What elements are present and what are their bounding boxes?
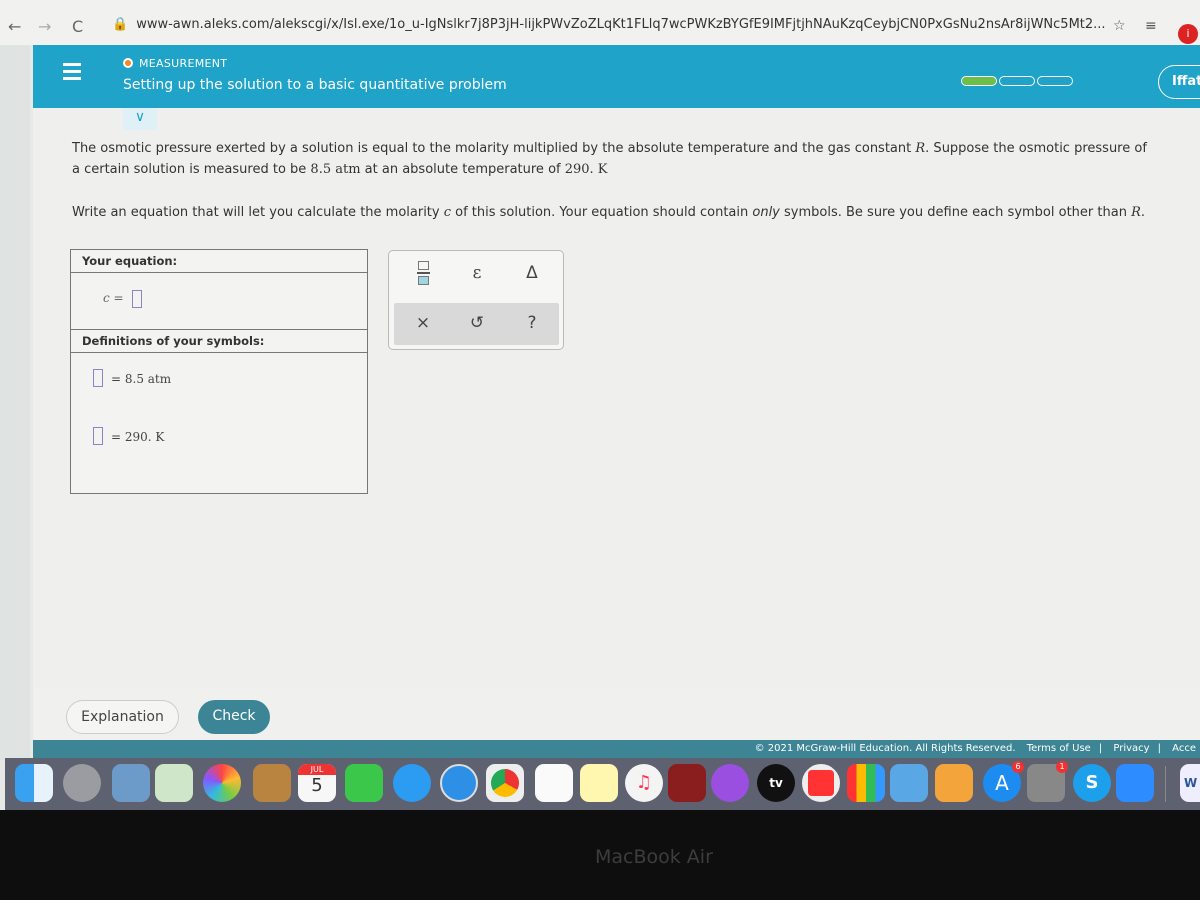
answer-box: Your equation: c = Definitions of your s… — [70, 249, 368, 494]
aleks-header: MEASUREMENT Setting up the solution to a… — [33, 45, 1200, 108]
footer: © 2021 McGraw-Hill Education. All Rights… — [33, 740, 1200, 760]
dock-divider — [1165, 766, 1166, 802]
delta-button[interactable]: Δ — [512, 263, 552, 283]
finder-icon[interactable] — [15, 764, 53, 802]
progress-segment — [999, 76, 1035, 86]
problem-paragraph-1: The osmotic pressure exerted by a soluti… — [72, 141, 1147, 177]
photo-booth-icon[interactable] — [668, 764, 706, 802]
word-icon[interactable]: W — [1180, 764, 1200, 802]
problem-paragraph-2: Write an equation that will let you calc… — [72, 205, 1146, 220]
facetime-icon[interactable] — [345, 764, 383, 802]
reading-list-icon[interactable]: ≡ — [1145, 18, 1157, 34]
safari-icon[interactable] — [440, 764, 478, 802]
equation-label: Your equation: — [71, 250, 367, 273]
device-label: MacBook Air — [595, 846, 713, 868]
bookmark-star-icon[interactable]: ☆ — [1113, 18, 1126, 34]
maps-icon[interactable] — [155, 764, 193, 802]
preview-icon[interactable] — [112, 764, 150, 802]
skype-icon[interactable]: S — [1073, 764, 1111, 802]
app-store-badge: 6 — [1012, 761, 1024, 773]
collapse-chevron-icon[interactable]: ∨ — [123, 108, 157, 130]
news-icon[interactable] — [802, 764, 840, 802]
address-bar[interactable]: 🔒 www-awn.aleks.com/alekscgi/x/Isl.exe/1o… — [112, 12, 1152, 38]
system-preferences-icon[interactable]: 1 — [1027, 761, 1068, 802]
notes-icon[interactable] — [580, 764, 618, 802]
fraction-button[interactable] — [403, 261, 443, 285]
problem-area: ∨ The osmotic pressure exerted by a solu… — [33, 108, 1200, 688]
check-button[interactable]: Check — [198, 700, 270, 734]
contacts-icon[interactable] — [253, 764, 291, 802]
help-button[interactable]: ? — [512, 313, 552, 333]
profile-avatar[interactable]: i — [1178, 24, 1198, 44]
action-bar: Explanation Check — [33, 688, 1200, 740]
numbers-icon[interactable] — [847, 764, 885, 802]
keynote-icon[interactable] — [890, 764, 928, 802]
epsilon-button[interactable]: ε — [457, 263, 497, 283]
browser-toolbar: ← → C 🔒 www-awn.aleks.com/alekscgi/x/Isl.… — [0, 0, 1200, 45]
topic-status-icon — [123, 58, 133, 68]
system-preferences-badge: 1 — [1056, 761, 1068, 773]
progress-segment — [1037, 76, 1073, 86]
back-icon[interactable]: ← — [8, 17, 21, 36]
equation-row: c = — [71, 273, 367, 330]
explanation-button[interactable]: Explanation — [66, 700, 179, 734]
page-title: Setting up the solution to a basic quant… — [123, 77, 507, 93]
definitions-label: Definitions of your symbols: — [71, 330, 367, 353]
podcasts-icon[interactable] — [711, 764, 749, 802]
pages-icon[interactable] — [935, 764, 973, 802]
laptop-bezel: MacBook Air — [0, 810, 1200, 900]
definition-2: = 290. K — [111, 430, 165, 444]
music-icon[interactable]: ♫ — [625, 764, 663, 802]
reminders-icon[interactable] — [535, 764, 573, 802]
app-store-icon[interactable]: A6 — [983, 761, 1024, 802]
equation-lhs: c = — [103, 291, 124, 305]
macos-dock: JUL 5 ♫ tv A6 1 S W — [5, 758, 1200, 810]
user-menu-button[interactable]: Iffat — [1158, 65, 1200, 99]
topic-text: MEASUREMENT — [139, 57, 228, 70]
symbol-input-2[interactable] — [93, 427, 103, 445]
symbol-input-1[interactable] — [93, 369, 103, 387]
progress-bar — [961, 76, 1073, 86]
menu-icon[interactable] — [63, 63, 81, 84]
launchpad-icon[interactable] — [63, 764, 101, 802]
definition-1: = 8.5 atm — [111, 372, 172, 386]
terms-link[interactable]: Terms of Use — [1027, 743, 1091, 754]
apple-tv-icon[interactable]: tv — [757, 764, 795, 802]
photos-icon[interactable] — [203, 764, 241, 802]
clear-button[interactable]: × — [403, 313, 443, 333]
math-keypad: ε Δ × ↺ ? — [388, 250, 564, 350]
reload-icon[interactable]: C — [72, 17, 83, 36]
messages-icon[interactable] — [393, 764, 431, 802]
lock-icon: 🔒 — [112, 17, 129, 32]
topic-label: MEASUREMENT — [123, 57, 227, 70]
copyright-text: © 2021 McGraw-Hill Education. All Rights… — [754, 743, 1016, 754]
undo-button[interactable]: ↺ — [457, 313, 497, 333]
privacy-link[interactable]: Privacy — [1113, 743, 1149, 754]
left-margin — [0, 45, 30, 760]
progress-segment — [961, 76, 997, 86]
forward-icon[interactable]: → — [38, 17, 51, 36]
chrome-icon[interactable] — [486, 764, 524, 802]
zoom-icon[interactable] — [1116, 764, 1154, 802]
accessibility-link[interactable]: Acce — [1172, 743, 1196, 754]
calendar-icon[interactable]: JUL 5 — [298, 764, 336, 802]
url-text: www-awn.aleks.com/alekscgi/x/Isl.exe/1o_… — [136, 17, 1106, 32]
equation-input[interactable] — [132, 290, 142, 308]
definitions-area: = 8.5 atm = 290. K — [71, 353, 367, 493]
